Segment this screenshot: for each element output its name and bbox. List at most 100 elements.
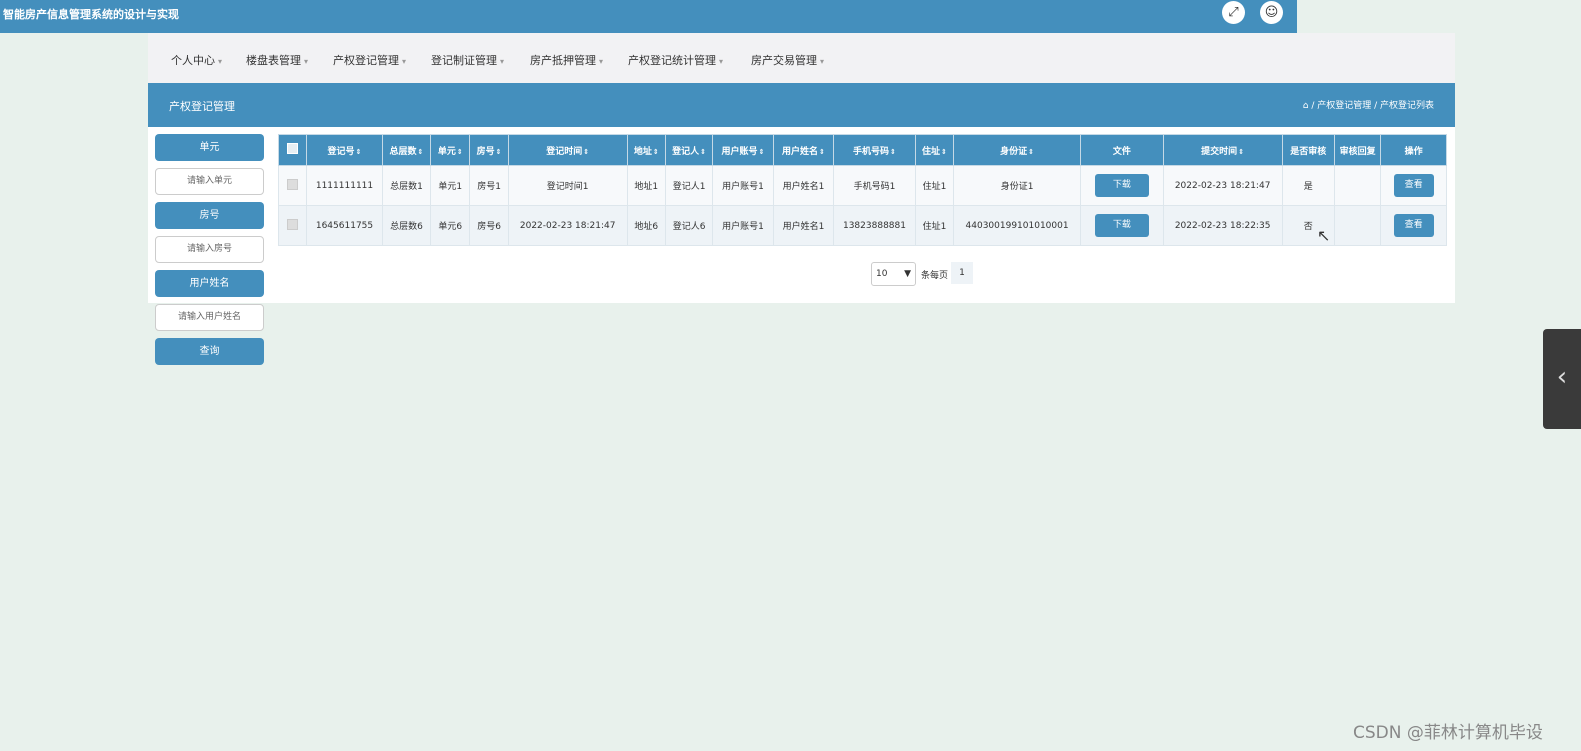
nav-item-transaction-management[interactable]: 房产交易管理 ▾: [751, 52, 824, 68]
nav-item-label: 产权登记统计管理: [628, 54, 716, 67]
column-header[interactable]: 地址⇕: [626, 134, 666, 166]
cell-submit-time: 2022-02-23 18:22:35: [1162, 205, 1283, 246]
expand-icon[interactable]: ⤢: [1222, 1, 1245, 24]
query-button[interactable]: 查询: [155, 338, 264, 365]
page-size-select[interactable]: 10 ▼: [871, 262, 916, 286]
cell-action: 查看: [1380, 205, 1447, 246]
cell-submit-time: 2022-02-23 18:21:47: [1162, 165, 1283, 206]
nav-item-label: 房产交易管理: [751, 54, 817, 67]
cell-reply: [1333, 165, 1382, 206]
cell-unit: 单元6: [430, 205, 471, 246]
nav-item-mortgage-management[interactable]: 房产抵押管理 ▾: [530, 52, 603, 68]
column-header-label: 用户账号: [721, 146, 758, 157]
column-header-label: 审核回复: [1339, 146, 1376, 157]
column-header[interactable]: 手机号码⇕: [833, 134, 916, 166]
username-label: 用户姓名: [155, 270, 264, 297]
chevron-down-icon: ▾: [304, 57, 309, 66]
column-header-label: 是否审核: [1290, 146, 1327, 157]
download-button[interactable]: 下载: [1094, 174, 1149, 197]
column-header: 操作: [1380, 134, 1447, 166]
registration-table: 登记号⇕ 总层数⇕ 单元⇕ 房号⇕ 登记时间⇕ 地址⇕ 登记人⇕ 用户账号⇕ 用…: [277, 134, 1447, 246]
column-header[interactable]: 住址⇕: [914, 134, 955, 166]
nav-item-certificate-management[interactable]: 登记制证管理 ▾: [431, 52, 504, 68]
column-header[interactable]: 房号⇕: [469, 134, 509, 166]
view-button[interactable]: 查看: [1393, 174, 1434, 197]
row-checkbox[interactable]: [277, 165, 308, 206]
cell-phone: 手机号码1: [833, 165, 916, 206]
chevron-down-icon: ▾: [402, 57, 407, 66]
unit-input[interactable]: 请输入单元: [155, 168, 264, 195]
column-header-label: 提交时间: [1201, 146, 1238, 157]
column-header: 审核回复: [1333, 134, 1382, 166]
chevron-down-icon: ▼: [904, 269, 911, 279]
select-all-checkbox[interactable]: [277, 134, 308, 166]
cell-residence: 住址1: [914, 165, 955, 206]
nav-item-label: 产权登记管理: [333, 54, 399, 67]
sort-icon: ⇕: [355, 147, 362, 156]
column-header-label: 总层数: [389, 146, 417, 157]
cell-account: 用户账号1: [712, 165, 774, 206]
checkbox-box: [287, 178, 299, 190]
cell-address: 地址1: [626, 165, 666, 206]
chevron-down-icon: ▾: [500, 57, 505, 66]
mouse-cursor-icon: ↖: [1317, 226, 1331, 245]
nav-item-building-management[interactable]: 楼盘表管理 ▾: [246, 52, 308, 68]
cell-reg-time: 2022-02-23 18:21:47: [507, 205, 628, 246]
nav-item-label: 登记制证管理: [431, 54, 497, 67]
column-header[interactable]: 总层数⇕: [381, 134, 432, 166]
column-header: 是否审核: [1281, 134, 1335, 166]
page-number[interactable]: 1: [951, 262, 973, 284]
nav-item-registration-statistics[interactable]: 产权登记统计管理 ▾: [628, 52, 723, 68]
room-label: 房号: [155, 202, 264, 229]
table-row: 1645611755 总层数6 单元6 房号6 2022-02-23 18:21…: [277, 205, 1447, 246]
column-header[interactable]: 用户姓名⇕: [772, 134, 835, 166]
column-header-label: 用户姓名: [782, 146, 819, 157]
username-input[interactable]: 请输入用户姓名: [155, 304, 264, 331]
column-header: 文件: [1080, 134, 1164, 166]
user-icon[interactable]: ☺: [1260, 1, 1283, 24]
cell-room: 房号6: [469, 205, 509, 246]
cell-reviewed: 是: [1281, 165, 1335, 206]
top-bar: 智能房产信息管理系统的设计与实现 ⤢ ☺: [0, 0, 1297, 33]
column-header[interactable]: 单元⇕: [430, 134, 471, 166]
cell-username: 用户姓名1: [772, 165, 835, 206]
chevron-down-icon: ▾: [820, 57, 825, 66]
row-checkbox[interactable]: [277, 205, 308, 246]
cell-address: 地址6: [626, 205, 666, 246]
chevron-left-icon: ‹: [1556, 362, 1568, 392]
chevron-down-icon: ▾: [719, 57, 724, 66]
nav-item-label: 个人中心: [171, 54, 215, 67]
home-icon[interactable]: ⌂: [1303, 101, 1309, 111]
column-header[interactable]: 提交时间⇕: [1162, 134, 1283, 166]
cell-username: 用户姓名1: [772, 205, 835, 246]
nav-item-personal-center[interactable]: 个人中心 ▾: [171, 52, 222, 68]
download-button[interactable]: 下载: [1094, 214, 1149, 237]
nav-item-property-registration[interactable]: 产权登记管理 ▾: [333, 52, 406, 68]
app-title: 智能房产信息管理系统的设计与实现: [3, 8, 179, 21]
table-header-row: 登记号⇕ 总层数⇕ 单元⇕ 房号⇕ 登记时间⇕ 地址⇕ 登记人⇕ 用户账号⇕ 用…: [277, 134, 1447, 166]
side-panel-toggle[interactable]: ‹: [1543, 329, 1581, 429]
cell-reg-no: 1645611755: [306, 205, 383, 246]
column-header-label: 房号: [476, 146, 495, 157]
column-header[interactable]: 身份证⇕: [953, 134, 1082, 166]
cell-id-card: 440300199101010001: [953, 205, 1082, 246]
cell-floors: 总层数6: [381, 205, 432, 246]
chevron-down-icon: ▾: [218, 57, 223, 66]
table-row: 1111111111 总层数1 单元1 房号1 登记时间1 地址1 登记人1 用…: [277, 165, 1447, 206]
page-title: 产权登记管理: [169, 100, 235, 113]
nav-item-label: 房产抵押管理: [530, 54, 596, 67]
column-header[interactable]: 用户账号⇕: [712, 134, 774, 166]
column-header[interactable]: 登记人⇕: [664, 134, 714, 166]
column-header-label: 身份证: [1000, 146, 1028, 157]
sort-icon: ⇕: [456, 147, 463, 156]
column-header[interactable]: 登记时间⇕: [507, 134, 628, 166]
column-header-label: 登记号: [327, 146, 355, 157]
cell-reg-time: 登记时间1: [507, 165, 628, 206]
view-button[interactable]: 查看: [1393, 214, 1434, 237]
column-header[interactable]: 登记号⇕: [306, 134, 383, 166]
room-input[interactable]: 请输入房号: [155, 236, 264, 263]
cell-id-card: 身份证1: [953, 165, 1082, 206]
cell-file: 下载: [1080, 205, 1164, 246]
main-nav: 个人中心 ▾ 楼盘表管理 ▾ 产权登记管理 ▾ 登记制证管理 ▾ 房产抵押管理 ▾ 产权登…: [148, 33, 1455, 83]
cell-account: 用户账号1: [712, 205, 774, 246]
